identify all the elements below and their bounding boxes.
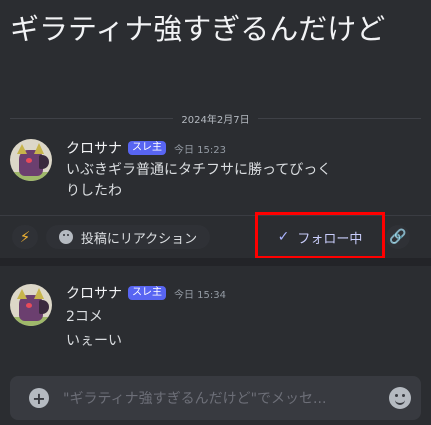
- timestamp: 今日 15:34: [174, 289, 226, 301]
- message: クロサナ スレ主 今日 15:34 2コメ いぇーい: [10, 284, 421, 354]
- link-icon[interactable]: 🔗: [386, 225, 410, 249]
- message-content: 2コメ いぇーい: [66, 305, 122, 353]
- message-line: いぶきギラ普通にタチフサに勝ってびっく: [66, 162, 332, 178]
- op-badge: スレ主: [128, 286, 166, 300]
- divider-line-left: [10, 117, 174, 119]
- author-name[interactable]: クロサナ: [66, 138, 122, 158]
- message-header: クロサナ スレ主 今日 15:34: [66, 284, 226, 302]
- message-composer: + "ギラティナ強すぎるんだけど"でメッセ...: [10, 376, 421, 420]
- message: クロサナ スレ主 今日 15:23 いぶきギラ普通にタチフサに勝ってびっく りし…: [10, 139, 421, 209]
- message-line: いぇーい: [66, 333, 122, 349]
- message-line: りしたわ: [66, 183, 122, 199]
- date-divider: 2024年2月7日: [10, 111, 421, 126]
- author-name[interactable]: クロサナ: [66, 283, 122, 303]
- timestamp: 今日 15:23: [174, 144, 226, 156]
- op-badge: スレ主: [128, 141, 166, 155]
- react-to-post-button[interactable]: 投稿にリアクション: [46, 225, 210, 249]
- react-to-post-label: 投稿にリアクション: [80, 231, 198, 247]
- thread-title: ギラティナ強すぎるんだけど: [10, 12, 386, 46]
- avatar[interactable]: [10, 284, 52, 326]
- lightning-icon[interactable]: ⚡: [12, 225, 38, 249]
- message-line: 2コメ: [66, 309, 103, 325]
- message-header: クロサナ スレ主 今日 15:23: [66, 139, 226, 157]
- highlight-box: [255, 212, 385, 259]
- date-divider-text: 2024年2月7日: [181, 114, 250, 126]
- section-separator: [0, 258, 431, 266]
- add-attachment-icon[interactable]: +: [29, 388, 49, 408]
- message-input[interactable]: "ギラティナ強すぎるんだけど"でメッセ...: [63, 388, 365, 408]
- emoji-icon[interactable]: [389, 387, 411, 409]
- divider-line-right: [257, 117, 421, 119]
- message-content: いぶきギラ普通にタチフサに勝ってびっく りしたわ: [66, 160, 331, 202]
- avatar[interactable]: [10, 139, 52, 181]
- smile-icon: [58, 230, 73, 244]
